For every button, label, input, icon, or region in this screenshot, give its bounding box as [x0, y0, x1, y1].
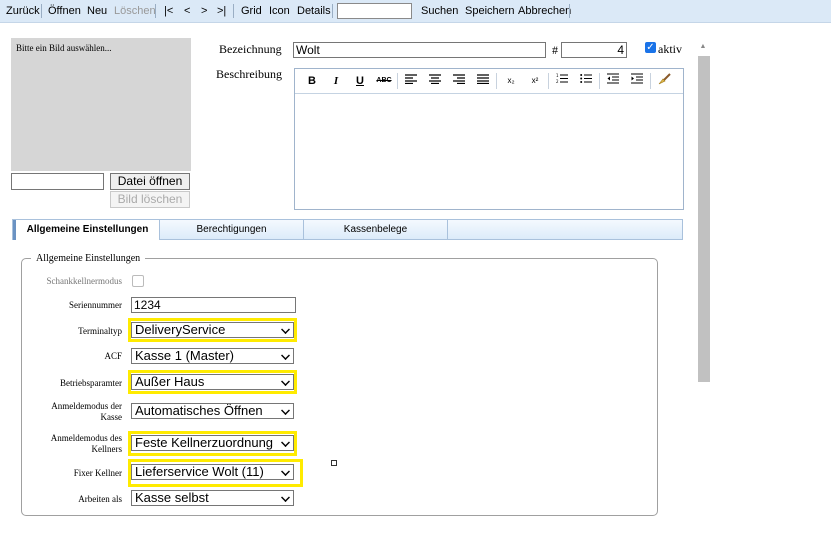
delete-image-button[interactable]: Bild löschen: [110, 191, 190, 208]
tab-bar: Allgemeine Einstellungen Berechtigungen …: [12, 219, 683, 240]
serial-number-label: Seriennummer: [69, 300, 122, 310]
grid-view-button[interactable]: Grid: [241, 5, 262, 17]
waiter-login-mode-label: Anmeldemodus des Kellners: [50, 433, 122, 454]
active-label: aktiv: [658, 42, 682, 56]
active-checkbox[interactable]: ✓: [645, 42, 656, 53]
editor-divider: [650, 73, 651, 89]
terminal-type-value: DeliveryService: [135, 322, 226, 337]
toolbar: Zurück Öffnen Neu Löschen |< < > >| Grid…: [0, 0, 831, 23]
toolbar-divider: [569, 4, 570, 18]
work-as-label: Arbeiten als: [78, 494, 122, 504]
editor-divider: [397, 73, 398, 89]
chevron-down-icon: [281, 467, 290, 476]
tab-receipts[interactable]: Kassenbelege: [304, 220, 448, 239]
number-label: #: [552, 43, 558, 57]
back-button[interactable]: Zurück: [6, 5, 40, 17]
acf-label: ACF: [104, 351, 122, 361]
scrollbar-thumb[interactable]: [698, 56, 710, 382]
description-label: Beschreibung: [216, 67, 282, 81]
ordered-list-icon[interactable]: 12: [553, 73, 571, 89]
work-as-value: Kasse selbst: [135, 490, 209, 505]
operation-parameter-label: Betriebsparamter: [60, 378, 122, 388]
general-settings-legend: Allgemeine Einstellungen: [31, 253, 146, 264]
chevron-down-icon: [281, 493, 290, 502]
register-login-mode-value: Automatisches Öffnen: [135, 403, 263, 418]
toolbar-divider: [155, 4, 156, 18]
waiter-mode-label: Schankkellnermodus: [46, 276, 123, 286]
image-placeholder-text: Bitte ein Bild auswählen...: [16, 43, 112, 53]
description-editor[interactable]: B I U ABC x₂ x² 12: [294, 68, 684, 210]
open-file-button[interactable]: Datei öffnen: [110, 173, 190, 190]
align-center-icon[interactable]: [426, 73, 444, 89]
icon-view-button[interactable]: Icon: [269, 5, 290, 17]
toolbar-divider: [233, 4, 234, 18]
search-button[interactable]: Suchen: [421, 5, 458, 17]
waiter-login-mode-value: Feste Kellnerzuordnung: [135, 435, 274, 450]
toolbar-divider: [332, 4, 333, 18]
subscript-icon[interactable]: x₂: [502, 73, 520, 89]
clean-icon[interactable]: [655, 73, 673, 89]
chevron-down-icon: [281, 325, 290, 334]
previous-record-button[interactable]: <: [184, 5, 190, 17]
scroll-up-arrow[interactable]: ▲: [697, 42, 709, 52]
justify-icon[interactable]: [474, 73, 492, 89]
svg-text:2: 2: [556, 79, 559, 84]
editor-divider: [496, 73, 497, 89]
outdent-icon[interactable]: [604, 73, 622, 89]
editor-divider: [599, 73, 600, 89]
save-button[interactable]: Speichern: [465, 5, 515, 17]
chevron-down-icon: [281, 438, 290, 447]
bold-icon[interactable]: B: [303, 73, 321, 89]
svg-text:1: 1: [556, 73, 559, 78]
register-login-mode-label: Anmeldemodus der Kasse: [51, 401, 122, 422]
waiter-mode-checkbox[interactable]: [132, 275, 144, 287]
search-input[interactable]: [337, 3, 412, 19]
work-as-select[interactable]: Kasse selbst: [131, 490, 294, 506]
fixed-waiter-value: Lieferservice Wolt (11): [135, 464, 264, 479]
new-button[interactable]: Neu: [87, 5, 107, 17]
details-view-button[interactable]: Details: [297, 5, 331, 17]
cancel-button[interactable]: Abbrechen: [518, 5, 571, 17]
acf-select[interactable]: Kasse 1 (Master): [131, 348, 294, 364]
indent-icon[interactable]: [628, 73, 646, 89]
italic-icon[interactable]: I: [327, 73, 345, 89]
editor-divider: [548, 73, 549, 89]
fixed-waiter-label: Fixer Kellner: [73, 468, 122, 478]
chevron-down-icon: [281, 406, 290, 415]
toolbar-divider: [41, 4, 42, 18]
image-preview[interactable]: Bitte ein Bild auswählen...: [11, 38, 191, 171]
serial-number-field[interactable]: 1234: [131, 297, 296, 313]
tab-general-settings[interactable]: Allgemeine Einstellungen: [13, 220, 160, 240]
align-right-icon[interactable]: [450, 73, 468, 89]
operation-parameter-value: Außer Haus: [135, 374, 205, 389]
waiter-login-mode-select[interactable]: Feste Kellnerzuordnung: [131, 435, 294, 451]
last-record-button[interactable]: >|: [217, 5, 226, 17]
operation-parameter-select[interactable]: Außer Haus: [131, 374, 294, 390]
superscript-icon[interactable]: x²: [526, 73, 544, 89]
align-left-icon[interactable]: [402, 73, 420, 89]
chevron-down-icon: [281, 377, 290, 386]
chevron-down-icon: [281, 351, 290, 360]
next-record-button[interactable]: >: [201, 5, 207, 17]
tab-permissions[interactable]: Berechtigungen: [160, 220, 304, 239]
number-field[interactable]: 4: [561, 42, 627, 58]
resize-handle[interactable]: [331, 460, 337, 466]
fixed-waiter-select[interactable]: Lieferservice Wolt (11): [131, 464, 294, 480]
unordered-list-icon[interactable]: [577, 73, 595, 89]
name-label: Bezeichnung: [219, 42, 282, 56]
terminal-type-select[interactable]: DeliveryService: [131, 322, 294, 338]
first-record-button[interactable]: |<: [164, 5, 173, 17]
strikethrough-icon[interactable]: ABC: [375, 73, 393, 89]
editor-toolbar: B I U ABC x₂ x² 12: [295, 69, 683, 94]
name-field[interactable]: Wolt: [293, 42, 546, 58]
terminal-type-label: Terminaltyp: [78, 326, 122, 336]
register-login-mode-select[interactable]: Automatisches Öffnen: [131, 403, 294, 419]
file-path-input[interactable]: [11, 173, 104, 190]
open-button[interactable]: Öffnen: [48, 5, 81, 17]
underline-icon[interactable]: U: [351, 73, 369, 89]
acf-value: Kasse 1 (Master): [135, 348, 234, 363]
delete-button[interactable]: Löschen: [114, 5, 156, 17]
